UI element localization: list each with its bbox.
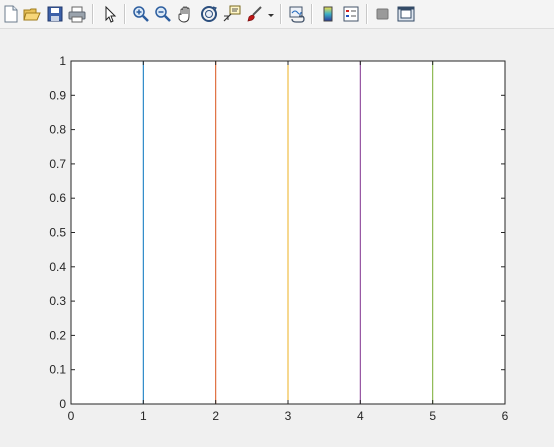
new-figure-icon[interactable] — [1, 4, 21, 24]
y-tick-label: 0.7 — [49, 157, 66, 171]
x-tick-label: 0 — [68, 409, 75, 423]
toolbar-separator — [280, 4, 282, 24]
x-tick-label: 3 — [285, 409, 292, 423]
show-plot-tools-icon[interactable] — [396, 4, 416, 24]
x-tick-label: 1 — [140, 409, 147, 423]
y-tick-label: 1 — [59, 54, 66, 68]
link-plot-icon[interactable] — [287, 4, 307, 24]
toolbar-separator — [92, 4, 94, 24]
plot-svg[interactable]: 0 1 2 3 4 5 6 0 0.1 0.2 0.3 0.4 0.5 0.6 0.7 0.8 0.9 1 — [0, 29, 554, 447]
y-tick-label: 0.6 — [49, 191, 66, 205]
zoom-in-icon[interactable] — [131, 4, 151, 24]
x-tick-label: 5 — [429, 409, 436, 423]
brush-icon[interactable] — [245, 4, 265, 24]
colorbar-icon[interactable] — [318, 4, 338, 24]
save-icon[interactable] — [45, 4, 65, 24]
figure-toolbar — [0, 0, 554, 29]
y-tick-label: 0.5 — [49, 226, 66, 240]
x-tick-label: 6 — [502, 409, 509, 423]
y-tick-label: 0.3 — [49, 294, 66, 308]
zoom-out-icon[interactable] — [153, 4, 173, 24]
figure-canvas: 0 1 2 3 4 5 6 0 0.1 0.2 0.3 0.4 0.5 0.6 0.7 0.8 0.9 1 — [0, 29, 554, 447]
y-tick-label: 0.9 — [49, 88, 66, 102]
select-arrow-icon[interactable] — [100, 4, 120, 24]
data-cursor-icon[interactable] — [222, 4, 242, 24]
pan-hand-icon[interactable] — [176, 4, 196, 24]
y-tick-label: 0.8 — [49, 123, 66, 137]
open-file-icon[interactable] — [22, 4, 42, 24]
brush-dropdown-icon[interactable] — [266, 4, 276, 24]
x-tick-label: 4 — [357, 409, 364, 423]
legend-icon[interactable] — [341, 4, 361, 24]
print-icon[interactable] — [67, 4, 87, 24]
figure-window: 0 1 2 3 4 5 6 0 0.1 0.2 0.3 0.4 0.5 0.6 0.7 0.8 0.9 1 — [0, 0, 554, 447]
x-tick-label: 2 — [212, 409, 219, 423]
toolbar-separator — [366, 4, 368, 24]
y-tick-label: 0 — [59, 397, 66, 411]
y-tick-label: 0.4 — [49, 260, 66, 274]
rotate-3d-icon[interactable] — [199, 4, 219, 24]
toolbar-separator — [311, 4, 313, 24]
y-tick-label: 0.1 — [49, 363, 66, 377]
hide-plot-tools-icon[interactable] — [373, 4, 393, 24]
y-tick-label: 0.2 — [49, 328, 66, 342]
toolbar-separator — [124, 4, 126, 24]
